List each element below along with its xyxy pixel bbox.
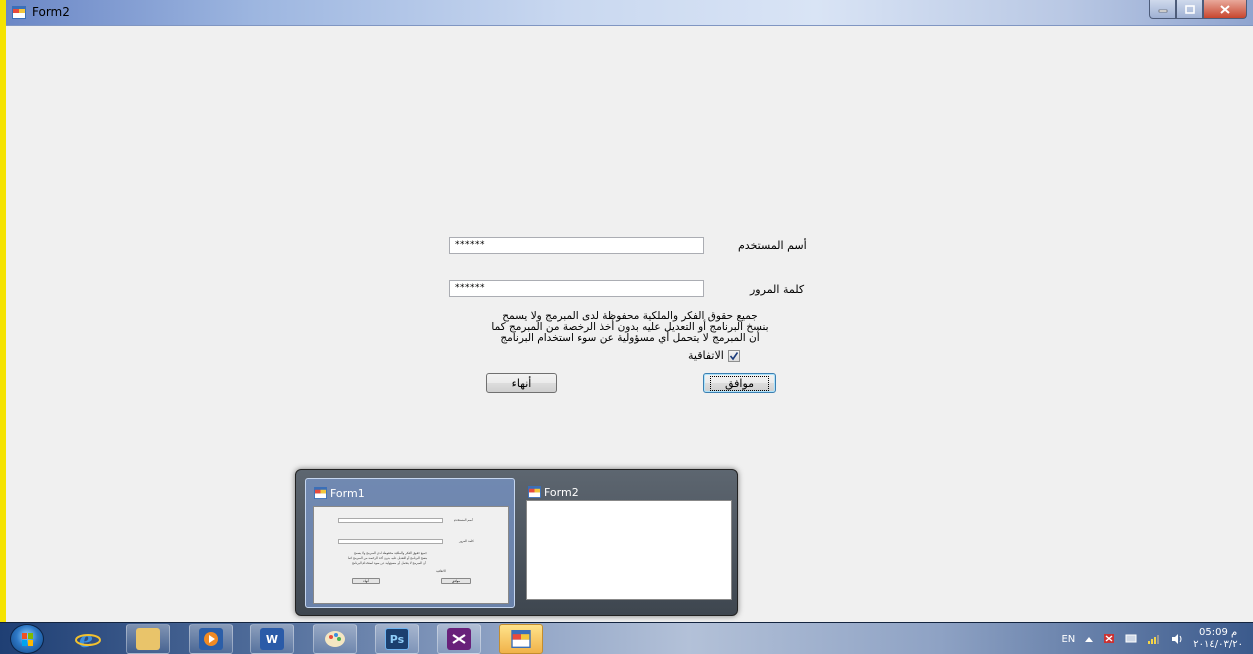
- window-controls: [1149, 0, 1247, 20]
- agreement-label: الاتفاقية: [688, 349, 724, 362]
- form-app-icon: [12, 6, 26, 19]
- password-label: كلمة المرور: [750, 283, 805, 296]
- switcher-item-title: Form1: [330, 487, 365, 500]
- preview-notice-line: جميع حقوق الفكر والملكية محفوظة لدى المب…: [354, 551, 428, 555]
- preview-username-label: أسم المستخدم: [454, 518, 473, 522]
- system-tray: EN 05:09 م ٢٠١٤/٠٣/٢٠: [1061, 623, 1243, 654]
- taskbar-media-player[interactable]: [189, 624, 233, 654]
- form-app-icon: [528, 486, 541, 498]
- agreement-row: الاتفاقية: [688, 349, 740, 362]
- close-button[interactable]: [1203, 0, 1247, 19]
- preview-username-input: [338, 518, 443, 523]
- preview-notice-line: أن المبرمج لا يتحمل أي مسؤولية عن سوء اس…: [352, 561, 427, 565]
- clock[interactable]: 05:09 م ٢٠١٤/٠٣/٢٠: [1193, 627, 1243, 651]
- preview-exit-button: أنهاء: [352, 578, 380, 584]
- maximize-button[interactable]: [1176, 0, 1203, 19]
- close-icon: [1220, 4, 1230, 14]
- minimize-button[interactable]: [1149, 0, 1176, 19]
- taskbar-photoshop[interactable]: Ps: [375, 624, 419, 654]
- taskbar-paint[interactable]: [313, 624, 357, 654]
- username-label: أسم المستخدم: [738, 239, 807, 252]
- preview-password-input: [338, 539, 443, 544]
- taskbar-internet-explorer[interactable]: e: [66, 624, 110, 654]
- taskbar-visual-studio[interactable]: [437, 624, 481, 654]
- taskbar-form-app[interactable]: [499, 624, 543, 654]
- taskbar-word[interactable]: W: [250, 624, 294, 654]
- switcher-item-form2[interactable]: Form2: [524, 478, 734, 608]
- preview-agreement-label: الاتفاقية: [436, 569, 446, 573]
- window-title: Form2: [32, 5, 70, 19]
- tray-overflow-icon[interactable]: [1085, 636, 1094, 642]
- taskbar-file-explorer[interactable]: [126, 624, 170, 654]
- clock-time: 05:09 م: [1199, 627, 1238, 638]
- signal-icon[interactable]: [1147, 633, 1161, 645]
- copyright-notice: جميع حقوق الفكر والملكية محفوظة لدى المب…: [480, 311, 780, 344]
- internet-explorer-icon: e: [75, 627, 101, 651]
- switcher-item-form1[interactable]: Form1 أسم المستخدم كلمة المرور جميع حقوق…: [305, 478, 515, 608]
- window-preview: أسم المستخدم كلمة المرور جميع حقوق الفكر…: [313, 506, 509, 604]
- agreement-checkbox[interactable]: [727, 349, 740, 362]
- preview-password-label: كلمة المرور: [459, 539, 474, 543]
- switcher-item-title: Form2: [544, 486, 579, 499]
- preview-notice-line: بنسخ البرنامج أو التعديل عليه بدون أخذ ا…: [348, 556, 428, 560]
- action-center-flag-icon[interactable]: [1103, 633, 1115, 645]
- exit-button[interactable]: أنهاء: [486, 373, 557, 393]
- language-indicator[interactable]: EN: [1061, 634, 1075, 645]
- photoshop-icon: Ps: [385, 628, 409, 650]
- svg-text:e: e: [79, 627, 93, 651]
- ok-button[interactable]: موافق: [703, 373, 776, 393]
- network-icon[interactable]: [1125, 633, 1137, 645]
- title-bar[interactable]: Form2: [6, 0, 1253, 26]
- form-app-icon: [511, 630, 531, 648]
- folder-icon: [136, 628, 160, 650]
- media-player-icon: [199, 628, 223, 650]
- username-input[interactable]: ******: [449, 237, 704, 254]
- paint-icon: [325, 631, 345, 647]
- preview-ok-button: موافق: [441, 578, 471, 584]
- visual-studio-icon: [447, 628, 471, 650]
- window-switcher: Form1 أسم المستخدم كلمة المرور جميع حقوق…: [295, 469, 738, 616]
- notice-line: أن المبرمج لا يتحمل أي مسؤولية عن سوء اس…: [500, 332, 760, 344]
- form-app-icon: [314, 487, 327, 499]
- clock-date: ٢٠١٤/٠٣/٢٠: [1193, 639, 1243, 650]
- start-button[interactable]: [10, 624, 44, 654]
- taskbar: e W Ps EN 05:09 م ٢٠١٤/٠٣/٢٠: [0, 622, 1253, 654]
- volume-icon[interactable]: [1171, 633, 1183, 645]
- word-icon: W: [260, 628, 284, 650]
- maximize-icon: [1184, 4, 1195, 14]
- checkmark-icon: [729, 351, 738, 360]
- password-input[interactable]: ******: [449, 280, 704, 297]
- minimize-icon: [1158, 9, 1167, 13]
- window-preview: [526, 500, 732, 600]
- ok-button-label: موافق: [709, 375, 770, 391]
- windows-logo-icon: [22, 633, 33, 646]
